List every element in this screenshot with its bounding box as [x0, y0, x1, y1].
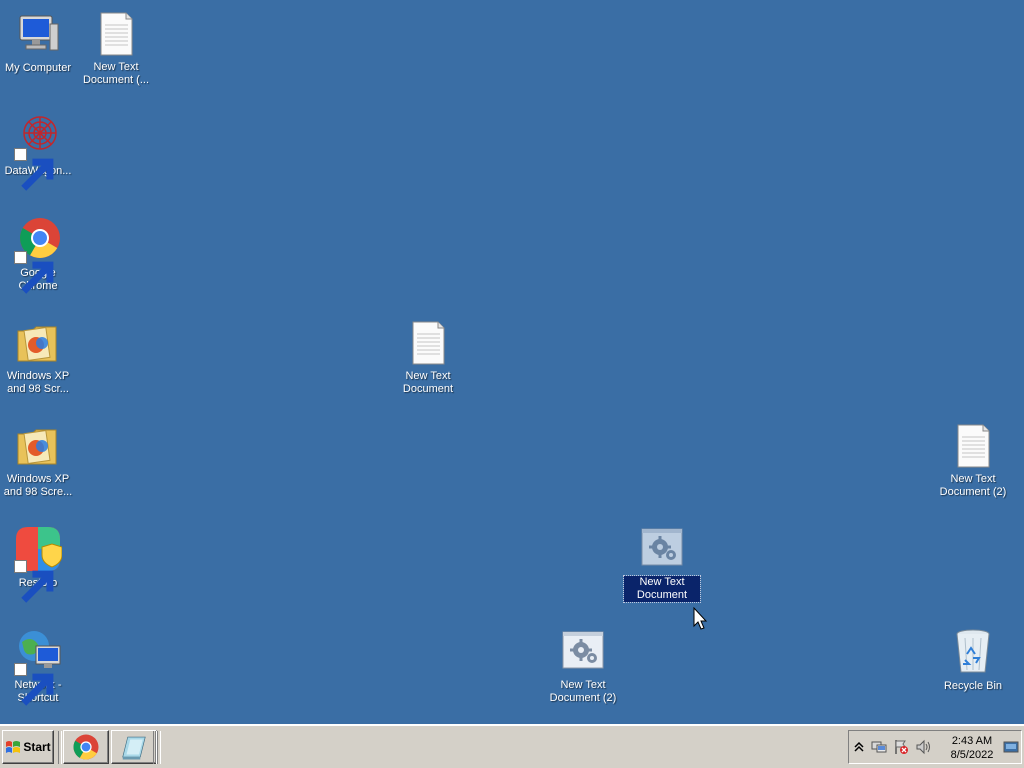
action-center-flag-icon[interactable]: [893, 739, 909, 755]
show-desktop-icon: [122, 736, 146, 760]
mouse-cursor-icon: [693, 606, 711, 633]
desktop-icon-new-text-document-2-right[interactable]: New Text Document (2): [935, 422, 1011, 500]
desktop-icon-windows-xp-98-folder-2[interactable]: Windows XP and 98 Scre...: [0, 422, 76, 500]
icon-label: Recycle Bin: [943, 680, 1003, 692]
desktop-icon-my-computer[interactable]: My Computer: [0, 10, 76, 76]
desktop-icon-new-text-document-center[interactable]: New Text Document: [390, 319, 466, 397]
show-desktop-tray-icon[interactable]: [1003, 739, 1019, 755]
chrome-icon: [73, 734, 99, 760]
recycle-bin-icon: [949, 628, 997, 676]
icon-label: Windows XP and 98 Scre...: [3, 473, 73, 498]
icon-label: New Text Document: [402, 370, 454, 395]
desktop[interactable]: My Computer New Text Document (... DataW…: [0, 0, 1024, 724]
taskbar-divider: [157, 731, 161, 764]
chrome-icon: [14, 216, 62, 294]
icon-label: New Text Document (2): [939, 473, 1007, 498]
desktop-icon-restoro[interactable]: Restoro: [0, 525, 76, 603]
taskbar-divider: [58, 731, 62, 764]
start-button[interactable]: Start: [2, 730, 54, 764]
computer-icon: [14, 10, 62, 58]
icon-label: New Text Document (...: [82, 61, 150, 86]
start-label: Start: [23, 740, 51, 754]
icon-label: My Computer: [4, 62, 72, 74]
volume-icon[interactable]: [915, 739, 931, 755]
folder-icon: [14, 319, 62, 367]
desktop-icon-network-shortcut[interactable]: Network - Shortcut: [0, 628, 76, 706]
desktop-icon-windows-xp-98-folder-1[interactable]: Windows XP and 98 Scr...: [0, 319, 76, 397]
text-document-icon: [949, 422, 997, 470]
system-tray: 2:43 AM 8/5/2022: [848, 730, 1022, 764]
shortcut-arrow-icon: [14, 251, 54, 294]
network-icon: [14, 628, 62, 706]
shortcut-arrow-icon: [14, 148, 54, 191]
restoro-icon: [14, 525, 62, 603]
taskbar: Start 2:43 AM 8/5/2022: [0, 724, 1024, 768]
desktop-icon-new-text-document-2-bottom[interactable]: New Text Document (2): [545, 628, 621, 706]
folder-icon: [14, 422, 62, 470]
show-desktop-quicklaunch-button[interactable]: [111, 730, 157, 764]
desktop-icon-google-chrome[interactable]: Google Chrome: [0, 216, 76, 294]
text-document-icon: [92, 10, 140, 58]
shortcut-arrow-icon: [14, 663, 54, 706]
icon-label: New Text Document: [623, 575, 701, 603]
settings-file-icon: [559, 628, 607, 676]
text-document-icon: [404, 319, 452, 367]
taskbar-clock[interactable]: 2:43 AM 8/5/2022: [941, 734, 1003, 762]
icon-label: New Text Document (2): [549, 679, 617, 704]
desktop-icon-new-text-document-top[interactable]: New Text Document (...: [78, 10, 154, 88]
desktop-icon-recycle-bin[interactable]: Recycle Bin: [935, 628, 1011, 694]
desktop-icon-new-text-document-selected[interactable]: New Text Document: [623, 525, 701, 603]
clock-date: 8/5/2022: [950, 749, 994, 761]
icon-label: Windows XP and 98 Scr...: [6, 370, 70, 395]
show-hidden-icons-chevron-icon[interactable]: [851, 739, 867, 755]
shortcut-arrow-icon: [14, 560, 54, 603]
desktop-icon-datawagon[interactable]: DataWagon...: [0, 113, 76, 191]
clock-time: 2:43 AM: [951, 735, 993, 747]
settings-file-icon: [638, 525, 686, 573]
chrome-quicklaunch-button[interactable]: [63, 730, 109, 764]
network-icon[interactable]: [871, 739, 887, 755]
datawagon-icon: [14, 113, 62, 191]
windows-logo-icon: [6, 741, 21, 753]
